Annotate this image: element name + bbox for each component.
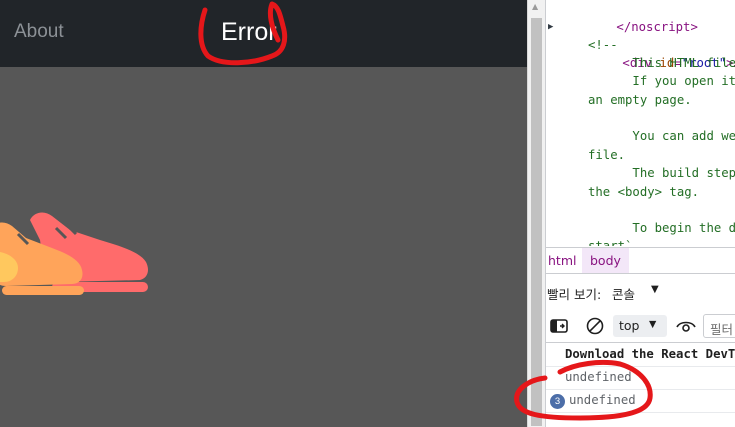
comment-line[interactable]: The build step xyxy=(588,164,735,182)
page-scrollbar[interactable]: ▲ xyxy=(527,0,545,427)
app-viewport: About Error xyxy=(0,0,527,427)
drawer-dropdown-caret-icon[interactable]: ▼ xyxy=(651,284,659,295)
nav-link-about[interactable]: About xyxy=(14,21,64,43)
comment-line[interactable]: an empty page. xyxy=(588,91,692,109)
comment-line[interactable]: start` xyxy=(588,237,632,246)
eye-icon[interactable] xyxy=(676,318,696,334)
context-selector[interactable]: top ▼ xyxy=(613,315,667,337)
comment-line[interactable]: This HTML file xyxy=(588,54,735,72)
context-label: top xyxy=(619,318,640,333)
comment-line[interactable]: To begin the d xyxy=(588,219,735,237)
quick-view-label: 빨리 보기: xyxy=(547,287,602,302)
comment-line[interactable]: file. xyxy=(588,146,625,164)
filter-input[interactable]: 필터 xyxy=(703,314,735,338)
comment-line[interactable]: <!-- xyxy=(588,36,618,54)
comment-line[interactable]: If you open it xyxy=(588,72,735,90)
elements-tree: </noscript> ▶ <div id="root">…</di <!-- … xyxy=(546,0,735,246)
console-message[interactable]: Download the React DevTools xyxy=(546,344,735,367)
drawer-tab-console[interactable]: 콘솔 xyxy=(612,284,635,303)
console-message-text: undefined xyxy=(565,370,632,384)
drawer-header: 빨리 보기: 콘솔 ▼ xyxy=(546,275,735,311)
page-title: Error xyxy=(221,18,277,46)
breadcrumb-body[interactable]: body xyxy=(582,248,629,273)
console-toolbar: top ▼ 필터 xyxy=(546,311,735,343)
console-message[interactable]: undefined xyxy=(546,367,735,390)
console-message[interactable]: 3 undefined xyxy=(546,390,735,413)
devtools-panel: </noscript> ▶ <div id="root">…</di <!-- … xyxy=(545,0,735,427)
chevron-down-icon: ▼ xyxy=(649,319,657,330)
sidebar-toggle-icon[interactable] xyxy=(550,318,568,334)
clear-console-icon[interactable] xyxy=(585,316,605,336)
comment-line[interactable]: You can add we xyxy=(588,127,735,145)
console-message-text: undefined xyxy=(569,393,636,407)
console-message-text: Download the React DevTools xyxy=(565,347,735,361)
sneakers-illustration xyxy=(0,212,148,295)
comment-line[interactable]: the <body> tag. xyxy=(588,183,699,201)
console-messages: Download the React DevTools undefined 3 … xyxy=(546,344,735,427)
breadcrumb-html[interactable]: html xyxy=(546,253,578,268)
tree-node-root-div[interactable]: ▶ <div id="root">…</di xyxy=(548,18,735,70)
navbar: About Error xyxy=(0,0,527,67)
scrollbar-thumb[interactable] xyxy=(531,18,542,426)
repeat-count-badge: 3 xyxy=(550,394,565,409)
scroll-up-arrow-icon[interactable]: ▲ xyxy=(532,2,538,11)
expand-triangle-icon[interactable]: ▶ xyxy=(548,18,553,36)
breadcrumb: html body xyxy=(546,247,735,274)
tree-node[interactable]: </noscript> xyxy=(572,0,697,34)
